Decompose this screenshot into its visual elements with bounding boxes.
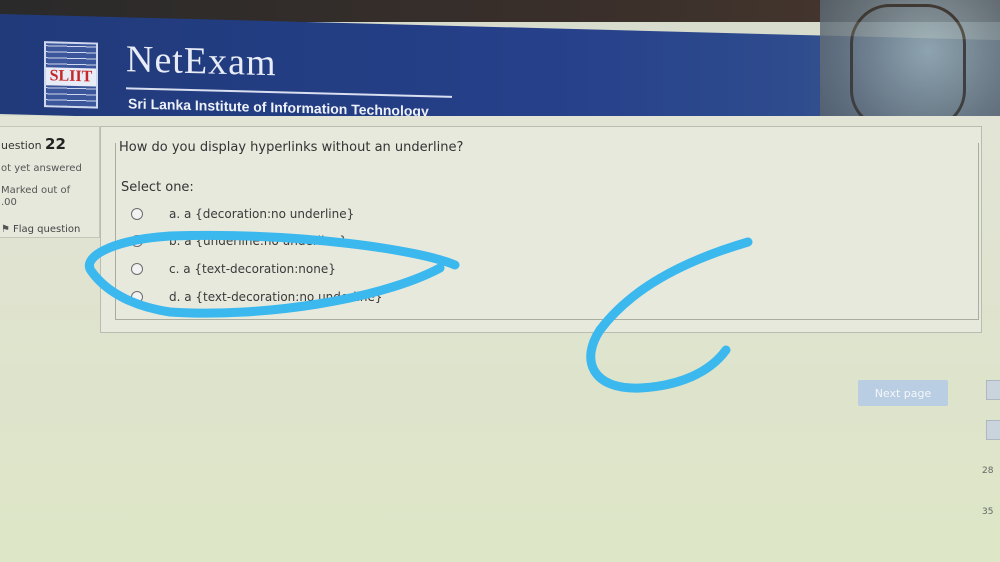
option-d-label: d. a {text-decoration:no underline} [169, 290, 383, 304]
question-info-panel: uestion 22 ot yet answered Marked out of… [0, 126, 100, 238]
quiz-nav-tab[interactable] [986, 420, 1000, 440]
question-number-label: uestion 22 [1, 135, 66, 153]
next-page-button[interactable]: Next page [858, 380, 948, 406]
radio-icon[interactable] [131, 291, 143, 303]
select-one-label: Select one: [121, 180, 194, 195]
radio-icon[interactable] [131, 208, 143, 220]
radio-icon[interactable] [131, 263, 143, 275]
question-panel: How do you display hyperlinks without an… [100, 126, 982, 333]
brand-title: NetExam [126, 38, 277, 85]
option-b-label: b. a {underline:no underline} [169, 234, 348, 248]
option-a-label: a. a {decoration:no underline} [169, 207, 355, 221]
quiz-nav-number[interactable]: 28 [982, 466, 993, 476]
option-a[interactable]: a. a {decoration:no underline} [131, 207, 354, 221]
sliit-logo: SLIIT [44, 41, 98, 109]
marked-label: Marked out of [1, 185, 71, 196]
logo-text: SLIIT [46, 67, 96, 87]
decorative-grill [850, 4, 966, 130]
flag-question-link[interactable]: ⚑ Flag question [1, 224, 80, 235]
flag-label: Flag question [12, 224, 81, 235]
option-c-label: c. a {text-decoration:none} [169, 262, 336, 276]
flag-icon: ⚑ [1, 224, 10, 235]
marked-info: Marked out of .00 [1, 185, 91, 209]
radio-icon[interactable] [131, 235, 143, 247]
quiz-nav-tab[interactable] [986, 380, 1000, 400]
option-b[interactable]: b. a {underline:no underline} [131, 234, 347, 248]
option-c[interactable]: c. a {text-decoration:none} [131, 262, 336, 276]
question-label: uestion [1, 139, 42, 152]
answer-status: ot yet answered [1, 163, 82, 174]
quiz-nav-number[interactable]: 35 [982, 507, 993, 517]
background-window-photo [820, 0, 1000, 130]
option-d[interactable]: d. a {text-decoration:no underline} [131, 290, 383, 304]
question-number: 22 [45, 135, 66, 153]
marked-value: .00 [1, 197, 17, 208]
